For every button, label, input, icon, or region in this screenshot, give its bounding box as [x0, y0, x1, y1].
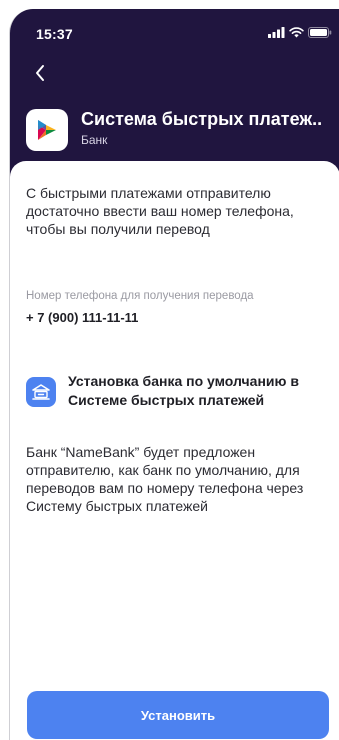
- status-time: 15:37: [36, 26, 73, 42]
- bank-icon-container: [26, 377, 56, 407]
- app-title: Система быстрых платеж..: [81, 109, 323, 129]
- bank-icon: [32, 384, 50, 400]
- app-info: Система быстрых платеж.. Банк: [26, 109, 339, 151]
- back-button[interactable]: [28, 61, 52, 85]
- phone-screen: 15:37 Система быстрых платеж.. Банк С бы…: [9, 9, 339, 740]
- phone-number-label: Номер телефона для получения перевода: [26, 290, 254, 302]
- default-bank-title: Установка банка по умолчанию в Системе б…: [68, 373, 299, 408]
- app-logo: [26, 109, 68, 151]
- install-button[interactable]: Установить: [27, 691, 329, 739]
- phone-number-value: + 7 (900) 111-11-11: [26, 310, 139, 325]
- status-bar: 15:37: [10, 9, 339, 49]
- sbp-logo-icon: [38, 120, 56, 140]
- header: 15:37 Система быстрых платеж.. Банк: [10, 9, 339, 181]
- chevron-left-icon: [36, 65, 44, 81]
- description-text: Банк “NameBank” будет предложен отправит…: [26, 444, 304, 514]
- wifi-icon: [289, 27, 304, 38]
- default-bank-setting: Установка банка по умолчанию в Системе б…: [26, 372, 326, 418]
- content-sheet: С быстрыми платежами отправителю достато…: [10, 161, 339, 740]
- battery-icon: [308, 27, 332, 38]
- signal-icon: [268, 27, 285, 38]
- intro-text: С быстрыми платежами отправителю достато…: [26, 185, 294, 237]
- status-icons: [268, 27, 332, 38]
- app-subtitle: Банк: [81, 133, 108, 147]
